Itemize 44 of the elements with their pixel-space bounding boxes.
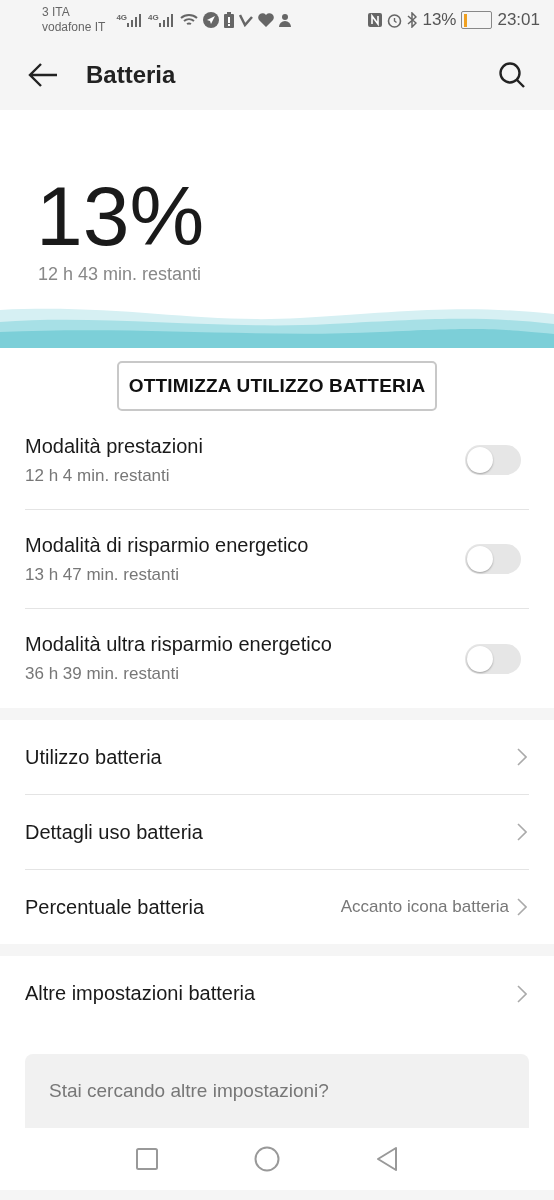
settings-item[interactable]: Utilizzo batteria <box>25 720 529 795</box>
signal-icon <box>127 13 144 27</box>
suggestion-text: Stai cercando altre impostazioni? <box>49 1080 329 1102</box>
signal-icon <box>158 13 175 27</box>
battery-percentage: 13% <box>36 174 205 258</box>
chevron-icon <box>517 898 527 916</box>
optimize-button[interactable]: OTTIMIZZA UTILIZZO BATTERIA <box>116 361 438 411</box>
toggle-switch[interactable] <box>465 445 521 475</box>
home-icon[interactable] <box>254 1146 280 1172</box>
back-icon[interactable] <box>376 1146 398 1172</box>
recents-icon[interactable] <box>136 1148 158 1170</box>
settings-item[interactable]: Dettagli uso batteria <box>25 795 529 870</box>
chevron-icon <box>517 984 527 1003</box>
chevron-icon <box>517 748 527 766</box>
settings-item[interactable]: Altre impostazioni batteria <box>25 956 529 1031</box>
carrier-name: 3 ITA <box>42 5 71 20</box>
page-title: Batteria <box>86 61 177 89</box>
remaining-time: 12 h 43 min. restanti <box>38 264 202 285</box>
wifi-icon <box>179 13 198 27</box>
settings-item[interactable]: Percentuale batteria Accanto icona batteria <box>25 870 529 944</box>
mode-title: Modalità ultra risparmio energetico <box>25 633 333 656</box>
remaining-time: 12 h 4 min. restanti <box>25 465 171 486</box>
toggle-switch[interactable] <box>465 544 521 574</box>
remaining-time: 36 h 39 min. restanti <box>25 664 181 684</box>
check-icon <box>238 13 253 27</box>
navigation-icon <box>202 12 219 28</box>
clock: 23:01 <box>497 10 540 30</box>
battery-alert-icon <box>223 12 234 28</box>
bluetooth-icon <box>407 12 418 28</box>
battery-percentage: 13% <box>422 10 457 30</box>
battery-icon <box>461 11 493 29</box>
remaining-time: 13 h 47 min. restanti <box>25 564 181 585</box>
mode-title: Modalità di risparmio energetico <box>25 533 310 557</box>
network-type: 4G <box>148 13 159 22</box>
alarm-icon <box>387 12 403 28</box>
toggle-switch[interactable] <box>465 643 521 674</box>
nfc-icon <box>368 13 383 27</box>
network-type: 4G <box>116 13 128 22</box>
back-arrow-icon[interactable] <box>28 62 58 88</box>
search-icon[interactable] <box>498 61 526 89</box>
carrier-name: vodafone IT <box>42 20 106 35</box>
mode-title: Modalità prestazioni <box>25 434 204 458</box>
chevron-icon <box>517 823 527 841</box>
heart-icon <box>257 13 274 27</box>
